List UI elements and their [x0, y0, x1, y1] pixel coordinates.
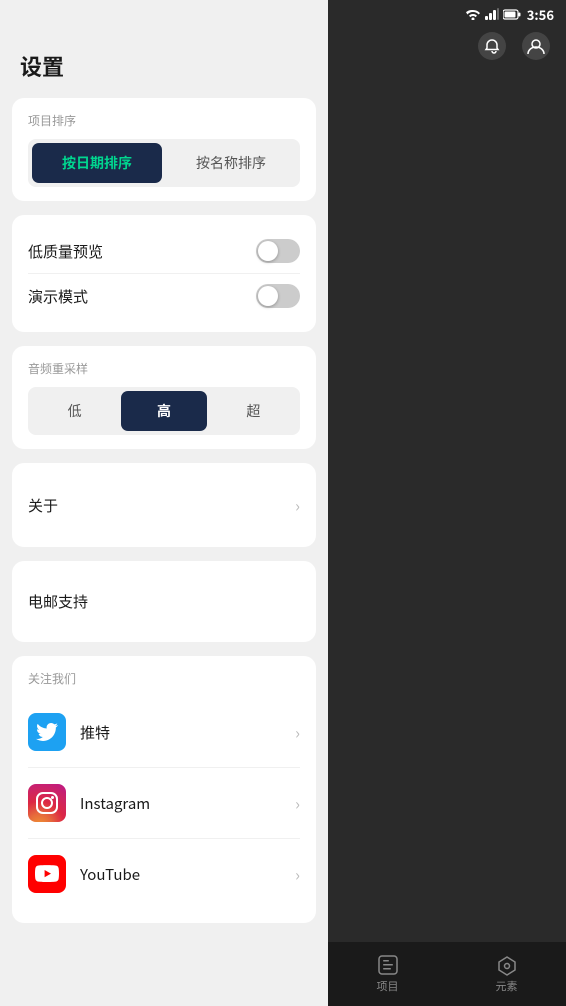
twitter-chevron-icon: › [295, 720, 300, 744]
demo-mode-toggle[interactable] [256, 284, 300, 308]
twitter-icon [28, 713, 66, 751]
email-label: 电邮支持 [28, 591, 88, 612]
status-bar: 3:56 [326, 0, 566, 28]
projects-nav-label: 项目 [377, 978, 399, 994]
resample-button-group: 低 高 超 [28, 387, 300, 435]
youtube-chevron-icon: › [295, 862, 300, 886]
about-section[interactable]: 关于 › [12, 463, 316, 547]
bell-icon[interactable] [478, 32, 506, 60]
instagram-chevron-icon: › [295, 791, 300, 815]
nav-item-elements[interactable]: 元素 [496, 954, 518, 994]
demo-mode-toggle-row: 演示模式 [28, 273, 300, 318]
resample-ultra-button[interactable]: 超 [211, 391, 296, 431]
follow-section: 关注我们 推特 › [12, 656, 316, 923]
signal-icon [485, 8, 499, 20]
status-icons [465, 8, 521, 20]
low-quality-toggle-row: 低质量预览 [28, 229, 300, 273]
sort-by-date-button[interactable]: 按日期排序 [32, 143, 162, 183]
instagram-item-left: Instagram [28, 784, 150, 822]
instagram-label: Instagram [80, 793, 150, 814]
demo-mode-label: 演示模式 [28, 286, 88, 307]
settings-panel: 设置 项目排序 按日期排序 按名称排序 低质量预览 演示模式 音频重采样 低 高… [0, 0, 328, 1006]
about-item[interactable]: 关于 › [28, 477, 300, 533]
twitter-label: 推特 [80, 722, 110, 743]
elements-nav-icon [496, 954, 518, 976]
sort-section: 项目排序 按日期排序 按名称排序 [12, 98, 316, 201]
sort-section-label: 项目排序 [28, 112, 300, 129]
youtube-label: YouTube [80, 864, 140, 885]
sort-by-name-button[interactable]: 按名称排序 [166, 143, 296, 183]
status-time: 3:56 [527, 5, 554, 24]
email-item[interactable]: 电邮支持 [28, 575, 300, 628]
twitter-item-left: 推特 [28, 713, 110, 751]
resample-label: 音频重采样 [28, 360, 300, 377]
page-title: 设置 [0, 0, 328, 98]
bottom-nav: 项目 元素 [328, 942, 566, 1006]
projects-nav-icon [377, 954, 399, 976]
elements-nav-label: 元素 [496, 978, 518, 994]
wifi-icon [465, 8, 481, 20]
nav-item-projects[interactable]: 项目 [377, 954, 399, 994]
demo-mode-knob [258, 286, 278, 306]
toggles-section: 低质量预览 演示模式 [12, 215, 316, 332]
youtube-item[interactable]: YouTube › [28, 839, 300, 909]
right-panel: 3:56 项目 [328, 0, 566, 1006]
low-quality-label: 低质量预览 [28, 241, 103, 262]
twitter-item[interactable]: 推特 › [28, 697, 300, 767]
resample-low-button[interactable]: 低 [32, 391, 117, 431]
about-label: 关于 [28, 495, 58, 516]
instagram-icon [28, 784, 66, 822]
resample-section: 音频重采样 低 高 超 [12, 346, 316, 449]
sort-button-group: 按日期排序 按名称排序 [28, 139, 300, 187]
follow-section-label: 关注我们 [28, 670, 300, 687]
instagram-item[interactable]: Instagram › [28, 768, 300, 838]
resample-high-button[interactable]: 高 [121, 391, 206, 431]
email-section[interactable]: 电邮支持 [12, 561, 316, 642]
battery-icon [503, 9, 521, 20]
about-chevron-icon: › [295, 493, 300, 517]
low-quality-knob [258, 241, 278, 261]
profile-icon[interactable] [522, 32, 550, 60]
low-quality-toggle[interactable] [256, 239, 300, 263]
youtube-icon [28, 855, 66, 893]
youtube-item-left: YouTube [28, 855, 140, 893]
